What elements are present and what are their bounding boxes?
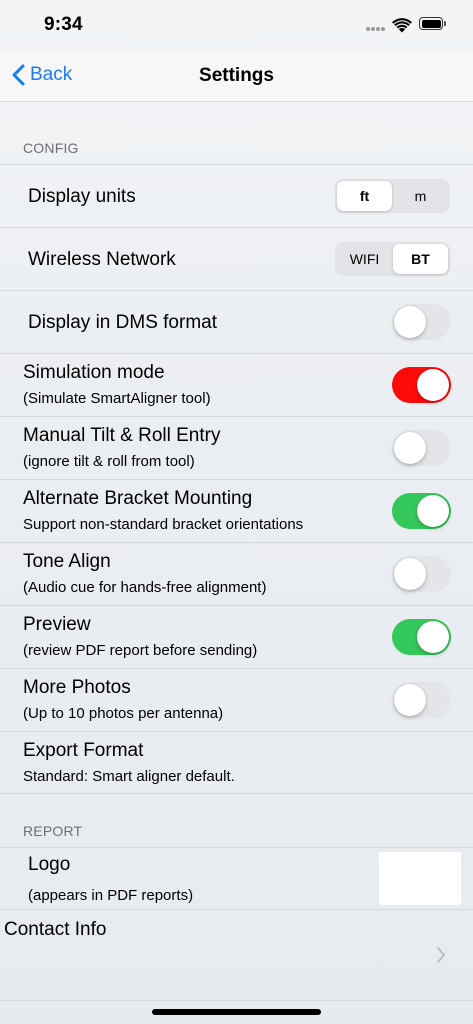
- export-format-label: Export Format: [23, 740, 144, 761]
- wireless-network-label: Wireless Network: [28, 249, 176, 270]
- preview-sublabel: (review PDF report before sending): [23, 642, 258, 659]
- row-wireless-network: Wireless Network WIFI BT: [0, 227, 473, 290]
- page-title: Settings: [199, 65, 274, 86]
- chevron-right-icon[interactable]: [436, 946, 446, 964]
- status-bar: 9:34: [0, 0, 473, 52]
- tone-align-toggle[interactable]: [392, 556, 451, 592]
- more-photos-sublabel: (Up to 10 photos per antenna): [23, 705, 224, 722]
- wireless-network-segmented-control: WIFI BT: [335, 242, 450, 276]
- manual-tilt-roll-sublabel: (ignore tilt & roll from tool): [23, 453, 195, 470]
- preview-label: Preview: [23, 614, 91, 635]
- export-format-value: Standard: Smart aligner default.: [23, 768, 235, 785]
- manual-tilt-roll-toggle[interactable]: [392, 430, 451, 466]
- more-photos-label: More Photos: [23, 677, 131, 698]
- dms-format-label: Display in DMS format: [28, 312, 217, 333]
- simulation-mode-label: Simulation mode: [23, 362, 165, 383]
- row-alternate-bracket: Alternate Bracket Mounting Support non-s…: [0, 479, 473, 542]
- segment-ft[interactable]: ft: [337, 181, 392, 211]
- display-units-label: Display units: [28, 186, 136, 207]
- segment-bt[interactable]: BT: [393, 244, 448, 274]
- display-units-segmented-control: ft m: [335, 179, 450, 213]
- alternate-bracket-toggle[interactable]: [392, 493, 451, 529]
- manual-tilt-roll-label: Manual Tilt & Roll Entry: [23, 425, 221, 446]
- logo-sublabel: (appears in PDF reports): [28, 887, 194, 904]
- tone-align-sublabel: (Audio cue for hands-free alignment): [23, 579, 267, 596]
- section-header-config: CONFIG: [23, 140, 79, 156]
- section-header-report: REPORT: [23, 823, 83, 839]
- contact-info-label: Contact Info: [4, 919, 107, 940]
- battery-icon: [419, 17, 446, 30]
- logo-label: Logo: [28, 854, 71, 875]
- status-time: 9:34: [44, 14, 83, 35]
- simulation-mode-sublabel: (Simulate SmartAligner tool): [23, 390, 211, 407]
- segment-wifi[interactable]: WIFI: [337, 244, 392, 274]
- row-simulation-mode: Simulation mode (Simulate SmartAligner t…: [0, 353, 473, 416]
- row-tone-align: Tone Align (Audio cue for hands-free ali…: [0, 542, 473, 605]
- alternate-bracket-label: Alternate Bracket Mounting: [23, 488, 253, 509]
- segment-m[interactable]: m: [393, 181, 448, 211]
- row-dms-format: Display in DMS format: [0, 290, 473, 353]
- row-preview: Preview (review PDF report before sendin…: [0, 605, 473, 668]
- navigation-bar: Back Settings: [0, 52, 473, 102]
- row-display-units: Display units ft m: [0, 164, 473, 227]
- wifi-icon: [392, 18, 412, 33]
- row-export-format[interactable]: Export Format Standard: Smart aligner de…: [0, 731, 473, 794]
- preview-toggle[interactable]: [392, 619, 451, 655]
- tone-align-label: Tone Align: [23, 551, 111, 572]
- row-contact-info[interactable]: Contact Info: [0, 909, 473, 1001]
- signal-icon: [366, 27, 386, 33]
- home-indicator[interactable]: [152, 1009, 321, 1015]
- dms-format-toggle[interactable]: [392, 304, 451, 340]
- simulation-mode-toggle[interactable]: [392, 367, 451, 403]
- logo-image-placeholder[interactable]: [379, 852, 461, 905]
- alternate-bracket-sublabel: Support non-standard bracket orientation…: [23, 516, 304, 533]
- more-photos-toggle[interactable]: [392, 682, 451, 718]
- row-manual-tilt-roll: Manual Tilt & Roll Entry (ignore tilt & …: [0, 416, 473, 479]
- row-more-photos: More Photos (Up to 10 photos per antenna…: [0, 668, 473, 731]
